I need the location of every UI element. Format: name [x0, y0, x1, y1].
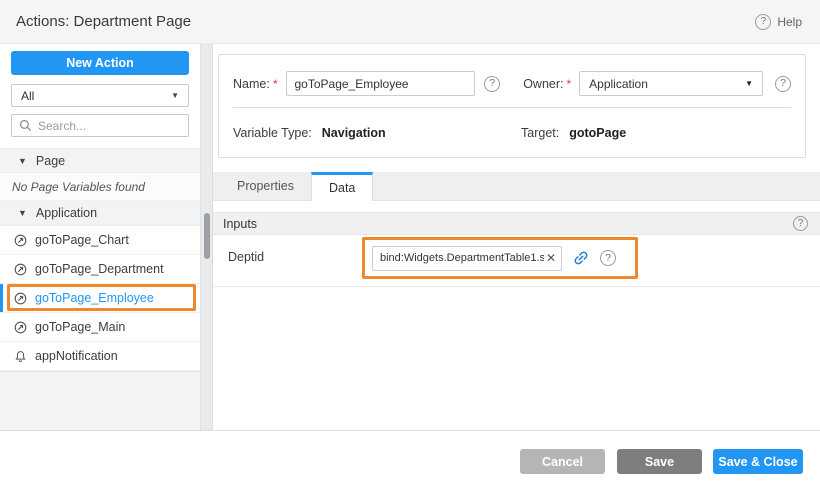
chevron-down-icon: ▼	[745, 79, 753, 88]
page-empty-message: No Page Variables found	[0, 173, 200, 201]
sidebar-item-gotopage-employee[interactable]: goToPage_Employee	[0, 284, 200, 313]
sidebar-item-label: appNotification	[35, 349, 118, 363]
save-button[interactable]: Save	[617, 449, 702, 474]
sidebar: New Action All ▼ ▼ Page No Page Variable…	[0, 44, 200, 430]
search-box[interactable]	[11, 114, 189, 137]
sidebar-item-label: goToPage_Main	[35, 320, 125, 334]
actions-dialog: Actions: Department Page ? Help New Acti…	[0, 0, 820, 488]
target-group: Target: gotoPage	[521, 121, 626, 145]
save-and-close-button[interactable]: Save & Close	[713, 449, 803, 474]
search-input[interactable]	[38, 119, 181, 133]
filter-dropdown[interactable]: All ▼	[11, 84, 189, 107]
help-label: Help	[777, 15, 802, 29]
deptid-bind-input[interactable]: bind:Widgets.DepartmentTable1.select ✕	[372, 246, 562, 271]
sidebar-item-label: goToPage_Chart	[35, 233, 129, 247]
collapse-triangle-icon: ▼	[18, 156, 27, 166]
required-asterisk: *	[273, 77, 278, 91]
deptid-label: Deptid	[228, 250, 264, 264]
inputs-title: Inputs	[223, 217, 257, 231]
owner-label: Owner:*	[523, 77, 571, 91]
owner-dropdown-value: Application	[589, 77, 648, 91]
sidebar-section-page[interactable]: ▼ Page	[0, 148, 200, 173]
owner-help-icon[interactable]: ?	[775, 76, 791, 92]
name-input[interactable]	[286, 71, 476, 96]
owner-dropdown[interactable]: Application ▼	[579, 71, 763, 96]
deptid-bind-value: bind:Widgets.DepartmentTable1.select	[380, 252, 544, 264]
inputs-help-icon[interactable]: ?	[793, 216, 808, 231]
sidebar-item-label: goToPage_Department	[35, 262, 164, 276]
header: Actions: Department Page ? Help	[0, 0, 820, 44]
chevron-down-icon: ▼	[171, 91, 179, 100]
orange-highlight-box: bind:Widgets.DepartmentTable1.select ✕ ?	[362, 237, 638, 279]
sidebar-item-gotopage-department[interactable]: goToPage_Department	[0, 255, 200, 284]
selected-indicator-bar	[0, 284, 3, 312]
inputs-section-header: Inputs ?	[213, 212, 820, 235]
sidebar-filler	[0, 371, 200, 430]
name-help-icon[interactable]: ?	[484, 76, 500, 92]
navigation-icon	[14, 292, 27, 305]
new-action-button[interactable]: New Action	[11, 51, 189, 75]
collapse-triangle-icon: ▼	[18, 208, 27, 218]
main-panel: Name:* ? Owner:* Application ▼ ? Variabl…	[213, 44, 820, 430]
divider	[233, 107, 791, 108]
bind-link-icon[interactable]	[572, 249, 590, 267]
input-row-deptid: Deptid bind:Widgets.DepartmentTable1.sel…	[213, 235, 820, 287]
cancel-button[interactable]: Cancel	[520, 449, 605, 474]
name-label: Name:*	[233, 77, 278, 91]
navigation-icon	[14, 321, 27, 334]
navigation-icon	[14, 263, 27, 276]
filter-dropdown-value: All	[21, 89, 34, 103]
help-button[interactable]: ? Help	[755, 14, 802, 30]
sidebar-section-application[interactable]: ▼ Application	[0, 201, 200, 226]
target-value: gotoPage	[569, 126, 626, 140]
clear-binding-icon[interactable]: ✕	[544, 251, 558, 265]
footer: Cancel Save Save & Close	[0, 430, 820, 488]
required-asterisk: *	[566, 77, 571, 91]
name-owner-row: Name:* ? Owner:* Application ▼ ?	[233, 71, 791, 96]
tab-data[interactable]: Data	[311, 172, 373, 201]
search-icon	[19, 119, 32, 132]
tab-properties[interactable]: Properties	[220, 172, 311, 200]
navigation-icon	[14, 234, 27, 247]
sidebar-item-appnotification[interactable]: appNotification	[0, 342, 200, 371]
sidebar-item-gotopage-chart[interactable]: goToPage_Chart	[0, 226, 200, 255]
sidebar-item-label: goToPage_Employee	[35, 291, 154, 305]
action-summary-box: Name:* ? Owner:* Application ▼ ? Variabl…	[218, 54, 806, 158]
section-label: Page	[36, 154, 65, 168]
scrollbar-thumb[interactable]	[204, 213, 210, 259]
sidebar-scrollbar[interactable]	[200, 44, 213, 430]
target-label: Target:	[521, 126, 559, 140]
section-label: Application	[36, 206, 97, 220]
help-icon: ?	[755, 14, 771, 30]
type-target-row: Variable Type: Navigation Target: gotoPa…	[233, 121, 791, 145]
page-title: Actions: Department Page	[16, 13, 191, 30]
tab-bar: Properties Data	[213, 172, 820, 201]
variable-type-group: Variable Type: Navigation	[233, 121, 386, 145]
sidebar-item-gotopage-main[interactable]: goToPage_Main	[0, 313, 200, 342]
bell-icon	[14, 350, 27, 363]
variable-type-label: Variable Type:	[233, 126, 312, 140]
deptid-help-icon[interactable]: ?	[600, 250, 616, 266]
variable-type-value: Navigation	[322, 126, 386, 140]
